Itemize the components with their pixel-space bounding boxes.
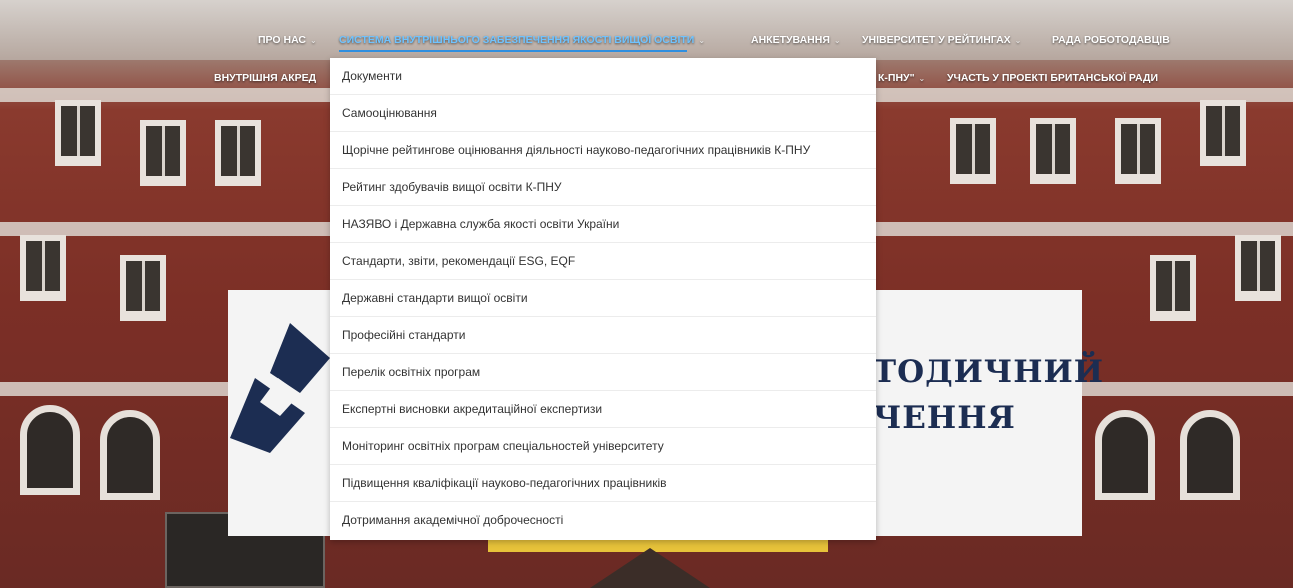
arched-window bbox=[1095, 410, 1155, 500]
chevron-down-icon: ⌄ bbox=[833, 36, 841, 45]
chevron-down-icon: ⌄ bbox=[918, 74, 926, 83]
nav-item-label: УНІВЕРСИТЕТ У РЕЙТИНГАХ bbox=[862, 34, 1011, 46]
window bbox=[55, 100, 101, 166]
nav-item-internal-accreditation[interactable]: ВНУТРІШНЯ АКРЕД bbox=[214, 66, 316, 90]
chevron-down-icon: ⌄ bbox=[1014, 36, 1022, 45]
nav-item-label: РАДА РОБОТОДАВЦІВ bbox=[1052, 34, 1170, 46]
nav-item-surveys[interactable]: АНКЕТУВАННЯ ⌄ bbox=[751, 28, 841, 52]
nav-item-label: ВНУТРІШНЯ АКРЕД bbox=[214, 72, 317, 84]
arched-window bbox=[20, 405, 80, 495]
arched-window bbox=[1180, 410, 1240, 500]
window bbox=[1030, 118, 1076, 184]
window bbox=[120, 255, 166, 321]
nav-item-label: УЧАСТЬ У ПРОЕКТІ БРИТАНСЬКОЇ РАДИ bbox=[947, 72, 1158, 84]
menu-item-professional-standards[interactable]: Професійні стандарти bbox=[330, 317, 876, 354]
roof bbox=[590, 548, 710, 588]
nav-item-label: СИСТЕМА ВНУТРІШНЬОГО ЗАБЕЗПЕЧЕННЯ ЯКОСТІ… bbox=[339, 34, 695, 46]
menu-item-state-standards[interactable]: Державні стандарти вищої освіти bbox=[330, 280, 876, 317]
window bbox=[1115, 118, 1161, 184]
window bbox=[1200, 100, 1246, 166]
banner-title-line1: ТОДИЧНИЙ bbox=[873, 354, 1105, 390]
nav-item-british-council-project[interactable]: УЧАСТЬ У ПРОЕКТІ БРИТАНСЬКОЇ РАДИ bbox=[947, 66, 1158, 90]
menu-item-academic-integrity[interactable]: Дотримання академічної доброчесності bbox=[330, 502, 876, 539]
window bbox=[140, 120, 186, 186]
quality-assurance-dropdown-menu: Документи Самооцінювання Щорічне рейтинг… bbox=[330, 58, 876, 540]
menu-item-self-assessment[interactable]: Самооцінювання bbox=[330, 95, 876, 132]
window bbox=[1150, 255, 1196, 321]
nav-item-label: К-ПНУ" bbox=[878, 72, 915, 84]
menu-item-nazyavo[interactable]: НАЗЯВО і Державна служба якості освіти У… bbox=[330, 206, 876, 243]
menu-item-program-monitoring[interactable]: Моніторинг освітніх програм спеціальност… bbox=[330, 428, 876, 465]
nav-item-label: АНКЕТУВАННЯ bbox=[751, 34, 830, 46]
menu-item-student-rating[interactable]: Рейтинг здобувачів вищої освіти К-ПНУ bbox=[330, 169, 876, 206]
banner-title-line2: ЧЕННЯ bbox=[873, 400, 1016, 436]
menu-item-qualification-improvement[interactable]: Підвищення кваліфікації науково-педагогі… bbox=[330, 465, 876, 502]
chevron-down-icon: ⌄ bbox=[698, 36, 706, 45]
nav-item-about[interactable]: ПРО НАС ⌄ bbox=[258, 28, 317, 52]
active-underline bbox=[339, 50, 688, 52]
window bbox=[215, 120, 261, 186]
nav-item-kpnu[interactable]: К-ПНУ" ⌄ bbox=[878, 66, 925, 90]
nav-item-employers-council[interactable]: РАДА РОБОТОДАВЦІВ bbox=[1052, 28, 1170, 52]
chevron-down-icon: ⌄ bbox=[309, 36, 317, 45]
nav-item-label: ПРО НАС bbox=[258, 34, 306, 46]
menu-item-annual-staff-rating[interactable]: Щорічне рейтингове оцінювання діяльності… bbox=[330, 132, 876, 169]
window bbox=[20, 235, 66, 301]
arched-window bbox=[100, 410, 160, 500]
menu-item-documents[interactable]: Документи bbox=[330, 58, 876, 95]
nav-item-quality-assurance[interactable]: СИСТЕМА ВНУТРІШНЬОГО ЗАБЕЗПЕЧЕННЯ ЯКОСТІ… bbox=[339, 28, 705, 52]
nav-item-university-rankings[interactable]: УНІВЕРСИТЕТ У РЕЙТИНГАХ ⌄ bbox=[862, 28, 1021, 52]
main-nav-row-1: ПРО НАС ⌄ СИСТЕМА ВНУТРІШНЬОГО ЗАБЕЗПЕЧЕН… bbox=[0, 28, 1293, 52]
menu-item-educational-programs[interactable]: Перелік освітніх програм bbox=[330, 354, 876, 391]
university-logo bbox=[230, 323, 330, 453]
window bbox=[1235, 235, 1281, 301]
menu-item-expert-conclusions[interactable]: Експертні висновки акредитаційної експер… bbox=[330, 391, 876, 428]
menu-item-esg-eqf[interactable]: Стандарти, звіти, рекомендації ESG, EQF bbox=[330, 243, 876, 280]
window bbox=[950, 118, 996, 184]
